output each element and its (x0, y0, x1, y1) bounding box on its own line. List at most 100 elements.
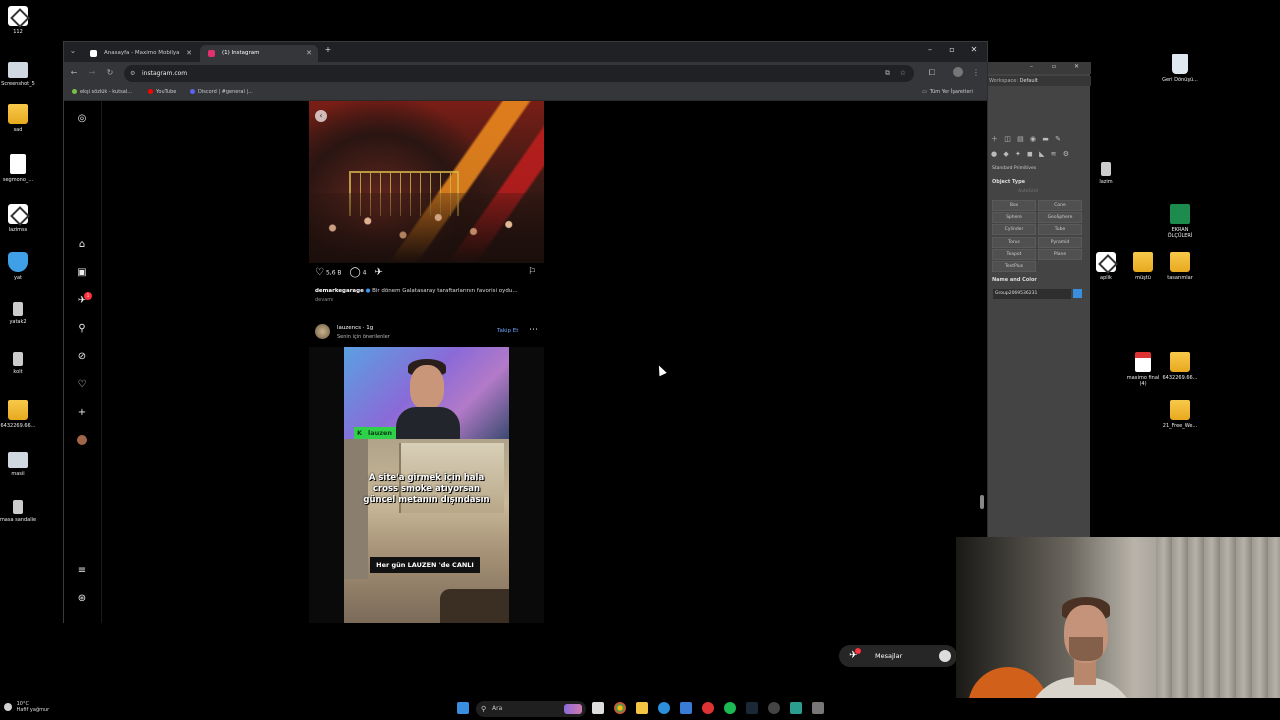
app-icon-3[interactable] (812, 702, 824, 714)
teapot-button[interactable]: Teapot (992, 249, 1036, 260)
chevron-left-icon[interactable]: ‹ (315, 110, 327, 122)
desktop-icon[interactable]: masa sandalie (0, 500, 38, 523)
desktop-icon[interactable]: aplik (1086, 252, 1126, 281)
file-explorer-icon[interactable] (636, 702, 648, 714)
share-icon[interactable]: ✈ (374, 267, 382, 279)
desktop-icon[interactable]: EKRAN ÖLÇÜLERİ (1160, 204, 1200, 239)
desktop-icon[interactable]: tasarımlar (1160, 252, 1200, 281)
panel-tabs-icons[interactable]: ＋ ◫ ▤ ◉ ▬ ✎ (991, 134, 1087, 144)
desktop-icon[interactable]: 6432269.66... (1160, 352, 1200, 381)
tab-maximo[interactable]: Anasayfa - Maximo Mobilya ✕ (82, 45, 198, 62)
desktop-icon[interactable]: müştü (1123, 252, 1163, 281)
back-icon[interactable]: ← (68, 68, 80, 77)
task-view-icon[interactable] (592, 702, 604, 714)
tab-instagram[interactable]: (1) Instagram ✕ (200, 45, 318, 62)
textplus-button[interactable]: TextPlus (992, 261, 1036, 272)
desktop-icon[interactable]: 112 (0, 6, 38, 35)
messages-button[interactable]: ✈ Mesajlar (839, 645, 957, 667)
steam-icon[interactable] (746, 702, 758, 714)
desktop-icon[interactable]: yat (0, 252, 38, 281)
cone-button[interactable]: Cone (1038, 200, 1082, 211)
desktop-icon[interactable]: segmono_... (0, 154, 38, 183)
close-tab-icon[interactable]: ✕ (306, 45, 312, 62)
profile-avatar[interactable] (77, 435, 87, 445)
follow-button[interactable]: Takip Et (497, 328, 518, 334)
edge-icon[interactable] (658, 702, 670, 714)
comment-icon[interactable]: ◯ (349, 267, 360, 279)
torus-button[interactable]: Torus (992, 237, 1036, 248)
like-heart-icon[interactable]: ♡ (315, 267, 324, 279)
plane-button[interactable]: Plane (1038, 249, 1082, 260)
desktop-icon[interactable]: kolt (0, 352, 38, 375)
start-windows-icon[interactable] (457, 702, 469, 714)
sphere-button[interactable]: Sphere (992, 212, 1036, 223)
spotify-icon[interactable] (724, 702, 736, 714)
minimize-icon[interactable]: – (1030, 63, 1033, 70)
primitives-dropdown[interactable]: Standard Primitives (992, 166, 1087, 171)
autogrid-checkbox[interactable]: AutoGrid (1018, 189, 1113, 194)
bookmark-discord[interactable]: Discord | #general |... (190, 89, 253, 95)
author-avatar[interactable] (315, 324, 330, 339)
reels-icon[interactable]: ▣ (76, 267, 88, 279)
profile-avatar[interactable] (953, 67, 963, 77)
chrome-icon[interactable] (614, 702, 626, 714)
forward-icon[interactable]: → (86, 68, 98, 77)
heart-icon[interactable]: ♡ (76, 379, 88, 391)
explore-icon[interactable]: ⊘ (76, 351, 88, 363)
new-tab-button[interactable]: + (322, 45, 334, 54)
reload-icon[interactable]: ↻ (104, 68, 116, 77)
object-type-header[interactable]: Object Type (992, 179, 1087, 185)
desktop-icon[interactable]: lazim (1086, 162, 1126, 185)
desktop-icon[interactable]: sad (0, 104, 38, 133)
minimize-icon[interactable]: – (919, 45, 941, 54)
create-category-icons[interactable]: ● ◆ ✦ ◼ ◣ ≋ ⚙ (991, 150, 1087, 160)
extensions-icon[interactable]: ⧠ (926, 68, 938, 78)
box-button[interactable]: Box (992, 200, 1036, 211)
post-image[interactable]: ‹ (309, 101, 544, 263)
close-window-icon[interactable]: ✕ (963, 45, 985, 54)
scrollbar-thumb[interactable] (980, 495, 984, 509)
home-icon[interactable]: ⌂ (76, 239, 88, 251)
desktop-icon[interactable]: 21_Free_We... (1160, 400, 1200, 429)
tube-button[interactable]: Tube (1038, 224, 1082, 235)
store-icon[interactable] (680, 702, 692, 714)
taskbar-search[interactable]: ⚲ Ara (476, 701, 586, 717)
maximize-icon[interactable]: ▫ (941, 45, 963, 54)
desktop-icon[interactable]: 6432269.66... (0, 400, 38, 429)
desktop-icon[interactable]: maximo final (4) (1123, 352, 1163, 387)
opera-icon[interactable] (702, 702, 714, 714)
desktop-icon[interactable]: masii (0, 452, 38, 477)
all-bookmarks[interactable]: ▭ Tüm Yer İşaretleri (922, 89, 973, 95)
create-icon[interactable]: + (76, 407, 88, 419)
menu-kebab-icon[interactable]: ⋮ (970, 68, 982, 77)
close-tab-icon[interactable]: ✕ (186, 45, 192, 62)
desktop-icon[interactable]: Geri Dönüşü... (1160, 54, 1200, 83)
bookmark-eksi[interactable]: ekşi sözlük - kutsal... (72, 89, 132, 95)
app-icon[interactable] (768, 702, 780, 714)
more-menu-icon[interactable]: ≡ (76, 565, 88, 577)
bookmark-star-icon[interactable]: ☆ (900, 65, 906, 82)
object-color-swatch[interactable] (1073, 289, 1082, 298)
weather-widget[interactable]: 10°C Hafif yağmur (4, 701, 49, 713)
search-icon[interactable]: ⚲ (76, 323, 88, 335)
caption-username[interactable]: demarkegarage (315, 288, 364, 294)
more-options-icon[interactable]: ⋯ (529, 325, 538, 335)
desktop-icon[interactable]: lazimss (0, 204, 38, 233)
app-icon-2[interactable] (790, 702, 802, 714)
threads-icon[interactable]: ⊛ (76, 593, 88, 605)
name-color-header[interactable]: Name and Color (992, 277, 1087, 283)
geosphere-button[interactable]: GeoSphere (1038, 212, 1082, 223)
maximize-icon[interactable]: ▫ (1052, 63, 1056, 70)
author-username[interactable]: lauzencs · 1g (337, 325, 373, 331)
reel-video[interactable]: lauzen A site'a girmek için hala cross s… (344, 347, 509, 623)
desktop-icon[interactable]: yatak2 (0, 302, 38, 325)
cylinder-button[interactable]: Cylinder (992, 224, 1036, 235)
workspace-selector[interactable]: Workspace: Default (988, 76, 1091, 86)
close-icon[interactable]: ✕ (1074, 63, 1079, 70)
tab-search-icon[interactable]: ⌄ (67, 46, 79, 55)
object-name-field[interactable]: Group2069536231 (993, 289, 1071, 299)
install-app-icon[interactable]: ⧉ (885, 65, 890, 82)
save-bookmark-icon[interactable]: ⚐ (528, 267, 536, 277)
bookmark-youtube[interactable]: YouTube (148, 89, 176, 95)
desktop-icon[interactable]: Screenshot_5 (0, 62, 38, 87)
